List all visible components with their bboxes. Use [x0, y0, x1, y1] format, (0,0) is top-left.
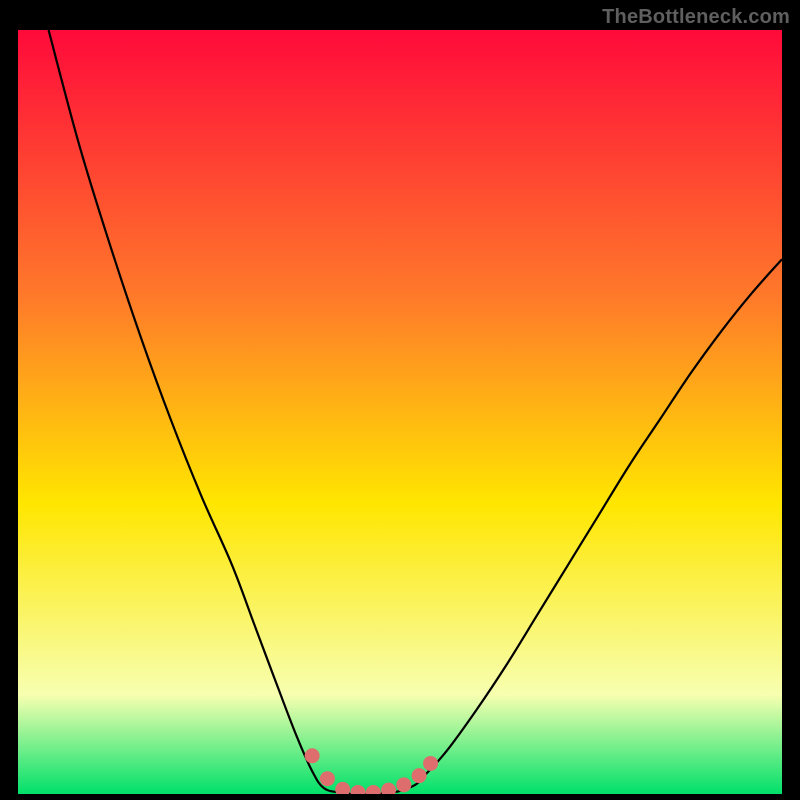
valley-marker	[412, 768, 427, 783]
chart-svg	[18, 30, 782, 794]
gradient-background	[18, 30, 782, 794]
plot-area	[18, 30, 782, 794]
chart-frame: TheBottleneck.com	[0, 0, 800, 800]
valley-marker	[320, 771, 335, 786]
valley-marker	[305, 748, 320, 763]
valley-marker	[423, 756, 438, 771]
valley-marker	[396, 777, 411, 792]
watermark-text: TheBottleneck.com	[602, 6, 790, 29]
